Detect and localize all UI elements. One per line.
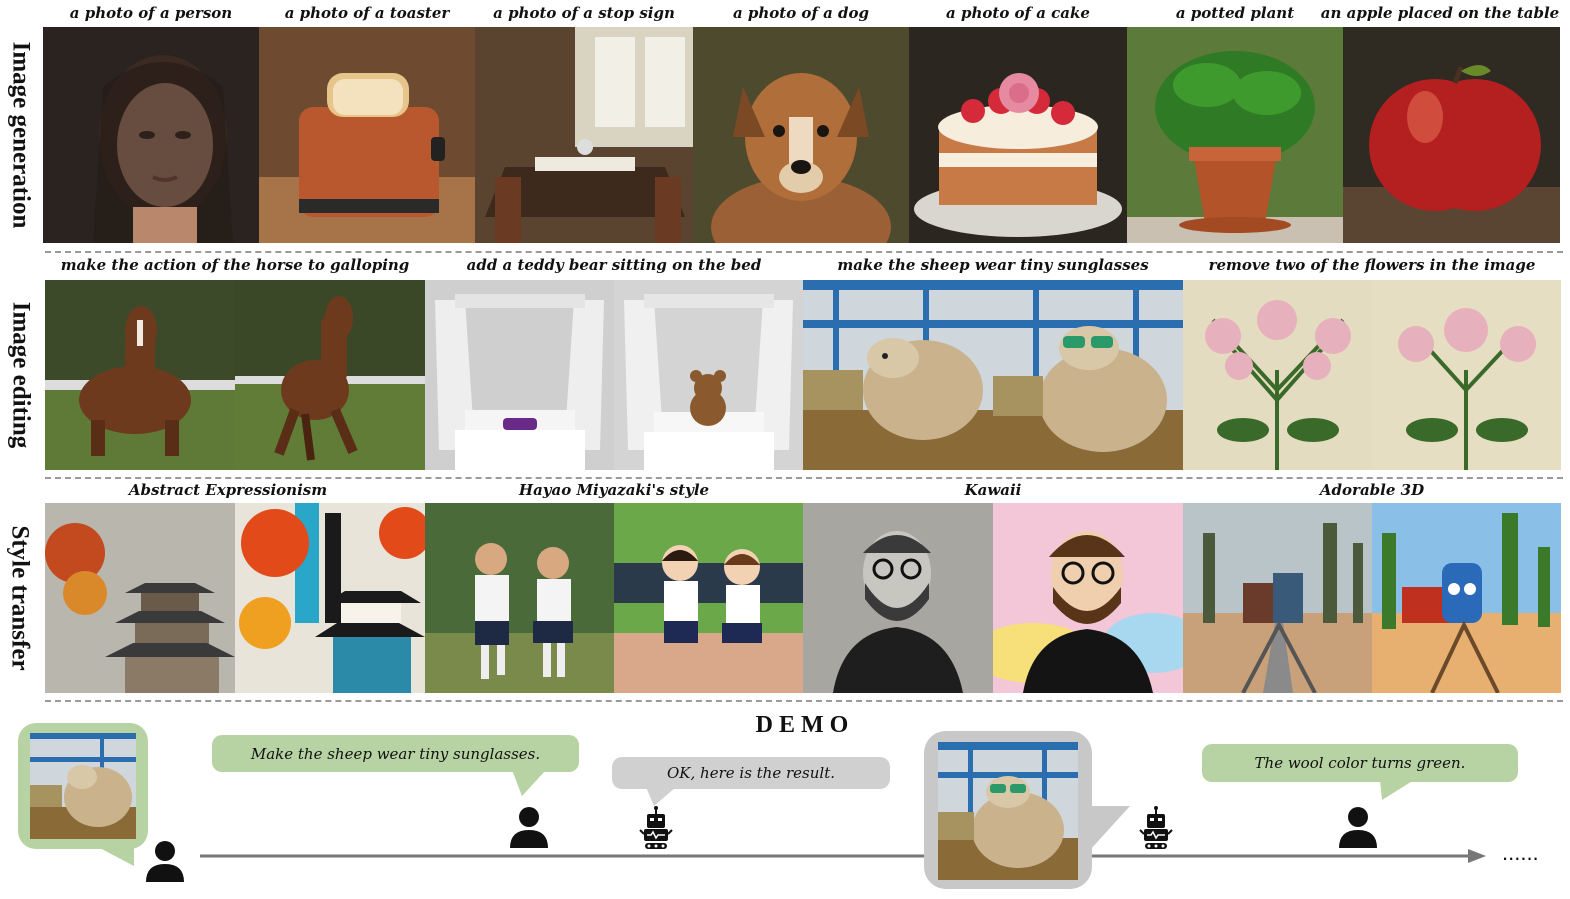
- person-icon: [510, 807, 548, 848]
- person-icon: [1339, 807, 1377, 848]
- user-bubble-2-tail: [1380, 780, 1414, 800]
- robot-icon: [639, 806, 673, 849]
- robot-icon: [1139, 806, 1173, 849]
- person-icon: [146, 841, 184, 882]
